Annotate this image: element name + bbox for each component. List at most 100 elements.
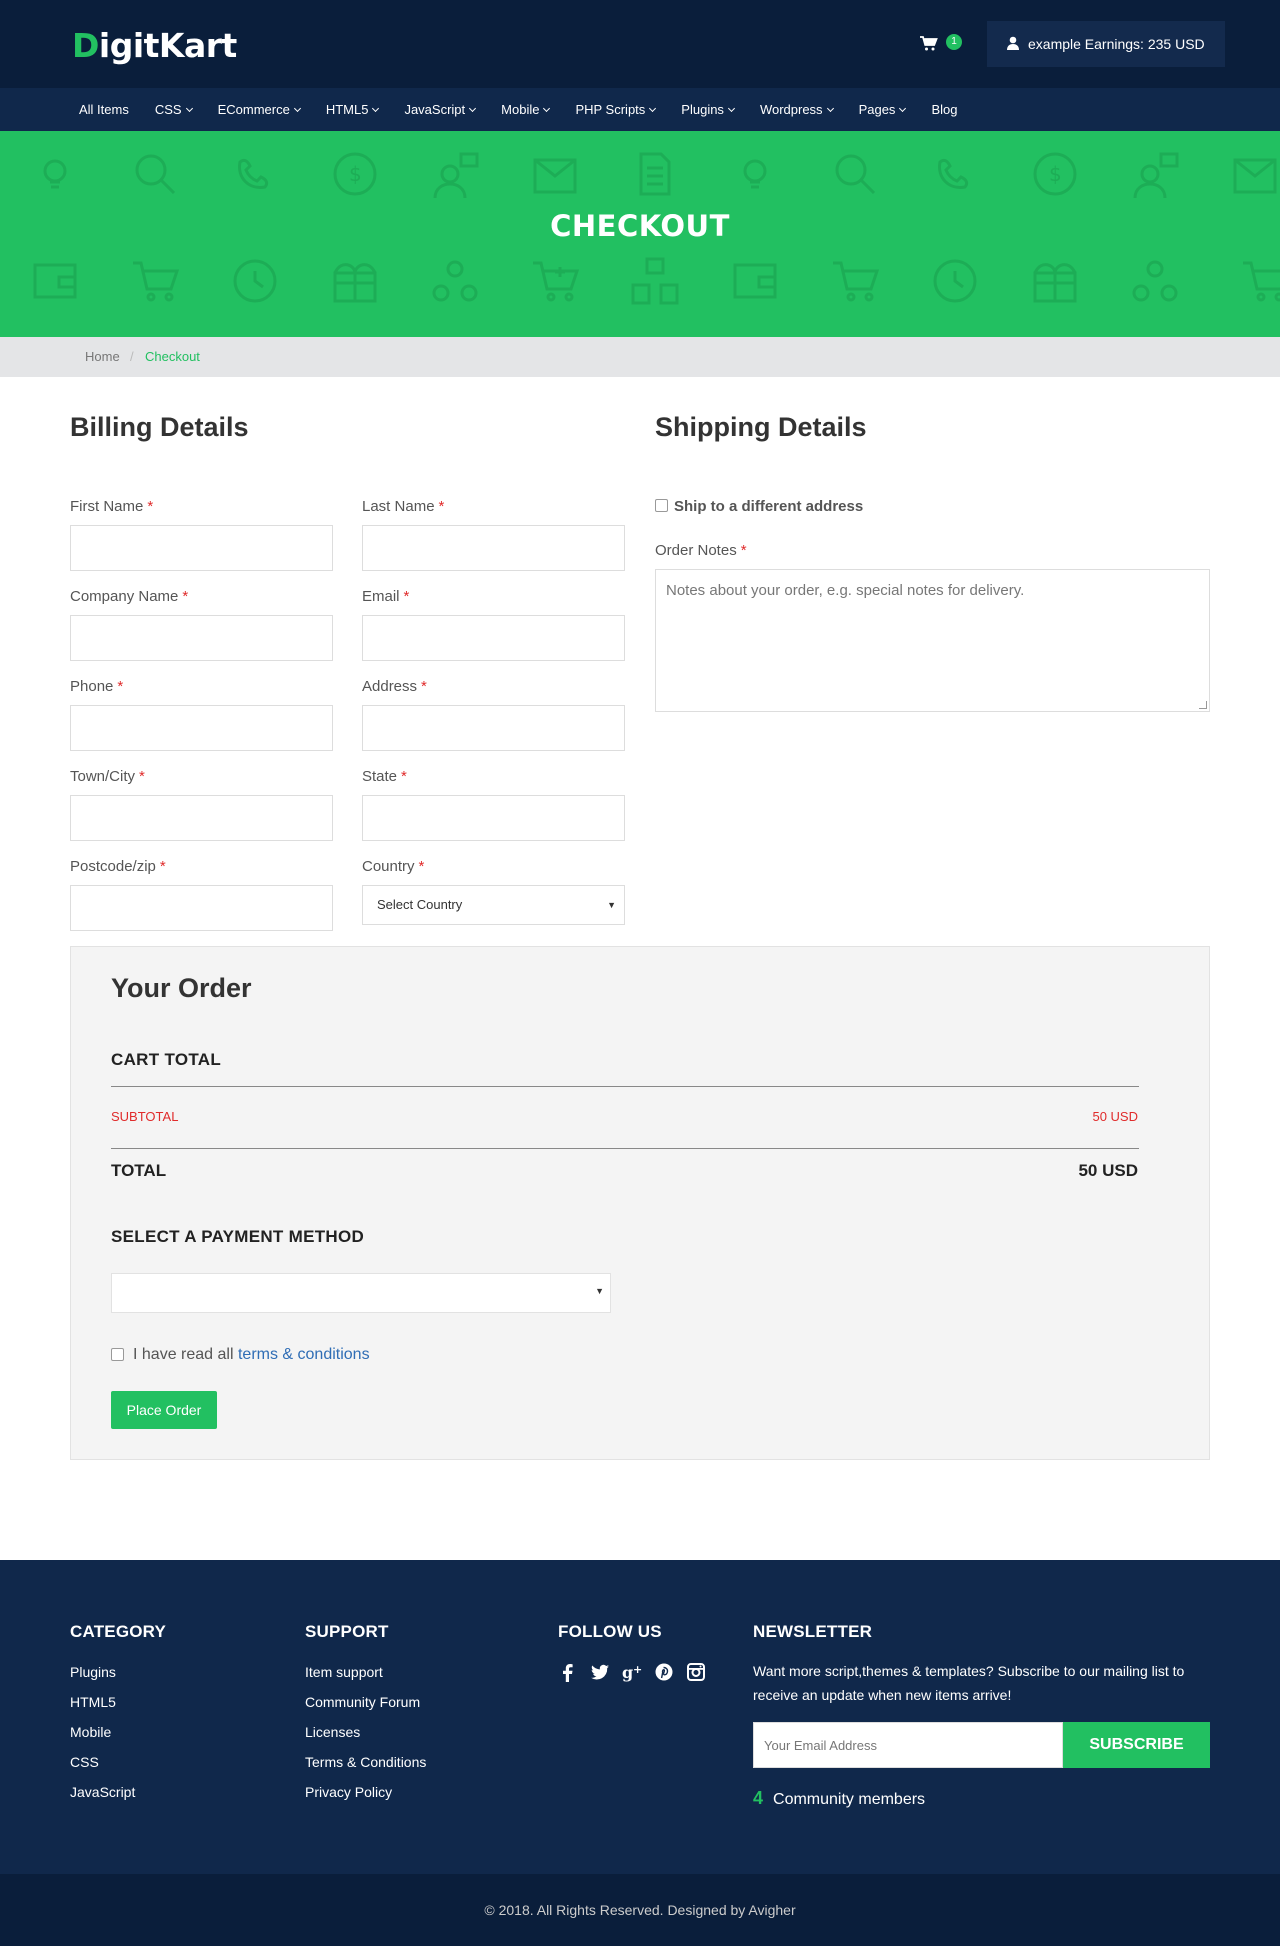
nav-item-blog[interactable]: Blog bbox=[918, 88, 970, 131]
chevron-down-icon bbox=[469, 104, 477, 113]
chevron-down-icon bbox=[293, 104, 301, 113]
facebook-icon[interactable] bbox=[558, 1662, 578, 1682]
country-select[interactable]: Select Country ▼ bbox=[362, 885, 625, 925]
nav-item-html5[interactable]: HTML5 bbox=[313, 88, 392, 131]
nav-item-ecommerce[interactable]: ECommerce bbox=[205, 88, 313, 131]
footer-category-link-plugins[interactable]: Plugins bbox=[70, 1664, 135, 1694]
nav-item-mobile[interactable]: Mobile bbox=[488, 88, 562, 131]
svg-text:g: g bbox=[622, 1663, 633, 1682]
shopping-cart-icon bbox=[920, 36, 938, 51]
payment-method-select[interactable]: ▼ bbox=[111, 1273, 611, 1313]
footer-category-link-mobile[interactable]: Mobile bbox=[70, 1724, 135, 1754]
logo[interactable]: DigitKart bbox=[72, 26, 237, 65]
footer-support-link-terms-conditions[interactable]: Terms & Conditions bbox=[305, 1754, 426, 1784]
state-label: State * bbox=[362, 768, 407, 785]
chevron-down-icon bbox=[899, 104, 907, 113]
footer-category-title: CATEGORY bbox=[70, 1622, 167, 1641]
shipping-title: Shipping Details bbox=[655, 412, 867, 442]
main-nav: All Items CSS ECommerce HTML5 JavaScript Mobi… bbox=[0, 88, 1280, 131]
total-value: 50 USD bbox=[1078, 1161, 1138, 1180]
postcode-field[interactable] bbox=[70, 885, 333, 931]
footer-category-link-css[interactable]: CSS bbox=[70, 1754, 135, 1784]
footer-support-link-privacy-policy[interactable]: Privacy Policy bbox=[305, 1784, 426, 1814]
company-field[interactable] bbox=[70, 615, 333, 661]
community-members-label: Community members bbox=[773, 1791, 926, 1808]
footer-follow-title: FOLLOW US bbox=[558, 1622, 662, 1641]
payment-method-heading: SELECT A PAYMENT METHOD bbox=[111, 1227, 365, 1246]
footer-category-link-javascript[interactable]: JavaScript bbox=[70, 1784, 135, 1814]
breadcrumb: Home / Checkout bbox=[0, 337, 1280, 377]
breadcrumb-home-link[interactable]: Home bbox=[85, 337, 120, 377]
footer-support-title: SUPPORT bbox=[305, 1622, 389, 1641]
footer: CATEGORY Plugins HTML5 Mobile CSS JavaScript… bbox=[0, 1560, 1280, 1874]
cart-count-badge: 1 bbox=[946, 34, 962, 50]
terms-link[interactable]: terms & conditions bbox=[238, 1346, 370, 1363]
account-button[interactable]: example Earnings: 235 USD bbox=[987, 21, 1225, 67]
community-members-count: 4 bbox=[753, 1788, 764, 1808]
top-header: DigitKart 1 example Earnings: 235 USD bbox=[0, 0, 1280, 88]
state-field[interactable] bbox=[362, 795, 625, 841]
cart-button[interactable]: 1 bbox=[920, 32, 966, 56]
nav-item-wordpress[interactable]: Wordpress bbox=[747, 88, 846, 131]
order-notes-placeholder: Notes about your order, e.g. special not… bbox=[666, 582, 1025, 599]
subtotal-value: 50 USD bbox=[1092, 1109, 1138, 1124]
subtotal-label: SUBTOTAL bbox=[111, 1109, 179, 1124]
footer-support-link-community-forum[interactable]: Community Forum bbox=[305, 1694, 426, 1724]
city-label: Town/City * bbox=[70, 768, 145, 785]
city-field[interactable] bbox=[70, 795, 333, 841]
phone-field[interactable] bbox=[70, 705, 333, 751]
pinterest-icon[interactable] bbox=[654, 1662, 674, 1682]
company-label: Company Name * bbox=[70, 588, 189, 605]
cart-total-heading: CART TOTAL bbox=[111, 1050, 222, 1069]
divider bbox=[111, 1148, 1139, 1149]
order-notes-textarea[interactable]: Notes about your order, e.g. special not… bbox=[655, 569, 1210, 712]
svg-text:$: $ bbox=[349, 162, 362, 186]
nav-item-css[interactable]: CSS bbox=[142, 88, 205, 131]
dropdown-arrow-icon: ▼ bbox=[607, 900, 616, 910]
subscribe-button[interactable]: SUBSCRIBE bbox=[1063, 1722, 1210, 1768]
postcode-label: Postcode/zip * bbox=[70, 858, 166, 875]
dropdown-arrow-icon: ▼ bbox=[595, 1286, 604, 1296]
ship-different-address-checkbox[interactable] bbox=[655, 499, 668, 512]
nav-item-all-items[interactable]: All Items bbox=[66, 88, 142, 131]
footer-support-list: Item support Community Forum Licenses Terms… bbox=[305, 1664, 426, 1814]
nav-item-plugins[interactable]: Plugins bbox=[668, 88, 747, 131]
ship-different-address-label[interactable]: Ship to a different address bbox=[674, 498, 863, 515]
user-icon bbox=[1007, 36, 1019, 50]
country-select-value: Select Country bbox=[377, 897, 463, 912]
nav-item-php-scripts[interactable]: PHP Scripts bbox=[562, 88, 668, 131]
footer-support-link-licenses[interactable]: Licenses bbox=[305, 1724, 426, 1754]
address-field[interactable] bbox=[362, 705, 625, 751]
terms-label: I have read all terms & conditions bbox=[133, 1346, 370, 1363]
chevron-down-icon bbox=[826, 104, 834, 113]
instagram-icon[interactable] bbox=[686, 1662, 706, 1682]
page-banner: $ $ CHECKOUT bbox=[0, 131, 1280, 337]
chevron-down-icon bbox=[372, 104, 380, 113]
order-title: Your Order bbox=[111, 973, 252, 1003]
last-name-label: Last Name * bbox=[362, 498, 445, 515]
page-title: CHECKOUT bbox=[550, 209, 730, 243]
footer-support-link-item-support[interactable]: Item support bbox=[305, 1664, 426, 1694]
footer-newsletter-title: NEWSLETTER bbox=[753, 1622, 873, 1641]
first-name-label: First Name * bbox=[70, 498, 154, 515]
newsletter-email-input[interactable]: Your Email Address bbox=[753, 1722, 1063, 1768]
chevron-down-icon bbox=[185, 104, 193, 113]
order-notes-label: Order Notes * bbox=[655, 542, 747, 559]
google-plus-icon[interactable]: g + bbox=[622, 1662, 642, 1682]
resize-handle-icon[interactable] bbox=[1199, 701, 1207, 709]
twitter-icon[interactable] bbox=[590, 1662, 610, 1682]
first-name-field[interactable] bbox=[70, 525, 333, 571]
nav-item-pages[interactable]: Pages bbox=[846, 88, 919, 131]
place-order-button[interactable]: Place Order bbox=[111, 1391, 217, 1429]
last-name-field[interactable] bbox=[362, 525, 625, 571]
footer-category-link-html5[interactable]: HTML5 bbox=[70, 1694, 135, 1724]
footer-category-list: Plugins HTML5 Mobile CSS JavaScript bbox=[70, 1664, 135, 1814]
nav-item-javascript[interactable]: JavaScript bbox=[391, 88, 488, 131]
account-earnings: example Earnings: 235 USD bbox=[1028, 36, 1205, 52]
svg-text:+: + bbox=[633, 1663, 642, 1676]
newsletter-description: Want more script,themes & templates? Sub… bbox=[753, 1663, 1185, 1703]
email-field[interactable] bbox=[362, 615, 625, 661]
svg-text:$: $ bbox=[1049, 162, 1062, 186]
terms-checkbox[interactable] bbox=[111, 1348, 124, 1361]
chevron-down-icon bbox=[727, 104, 735, 113]
